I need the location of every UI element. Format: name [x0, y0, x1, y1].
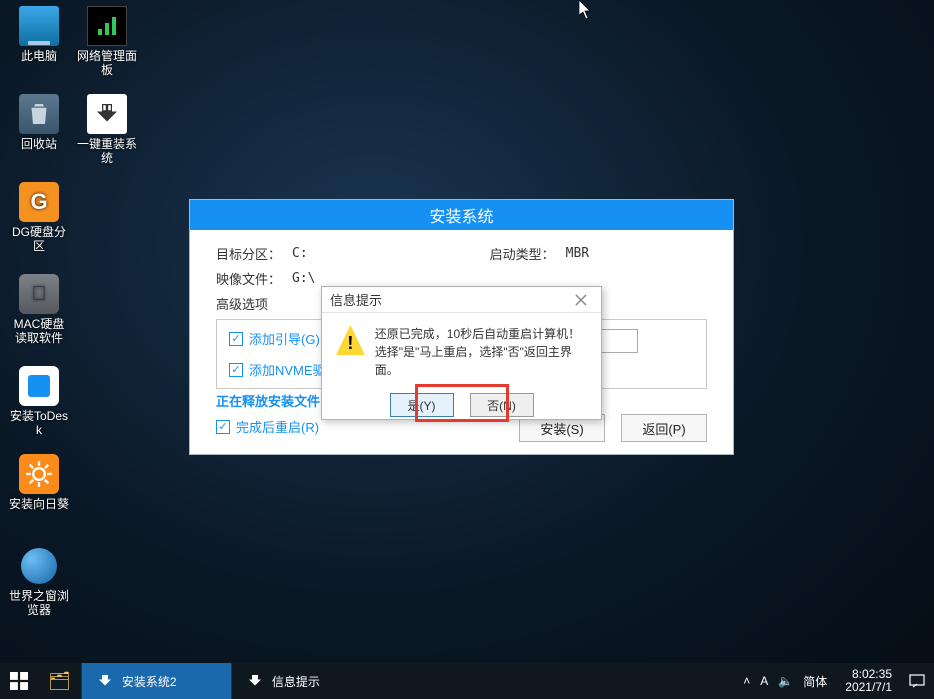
dialog-close-button[interactable]	[569, 290, 593, 310]
dialog-yes-button[interactable]: 是(Y)	[390, 393, 454, 417]
trash-icon	[19, 94, 59, 134]
clock-date: 2021/7/1	[845, 681, 892, 694]
taskbar-task-info-dialog[interactable]: 信息提示	[231, 663, 381, 699]
target-partition-value: C:	[292, 246, 308, 261]
sunflower-icon	[19, 454, 59, 494]
task-label: 安装系统2	[122, 673, 177, 690]
windows-icon	[10, 672, 28, 690]
folder-icon: 🗂	[48, 671, 71, 692]
icon-label: 此电脑	[8, 50, 70, 64]
icon-label: DG硬盘分区	[8, 226, 70, 254]
icon-label: 安装ToDesk	[8, 410, 70, 438]
desktop-icon-todesk[interactable]: 安装ToDesk	[8, 366, 70, 438]
checkbox-label: 添加引导(G):	[249, 329, 323, 348]
taskbar-task-installer[interactable]: 安装系统2	[81, 663, 231, 699]
desktop-icon-net-panel[interactable]: 网络管理面板	[76, 6, 138, 78]
taskbar: 🗂 安装系统2 信息提示 ˄ A 🔈 简体 8:02:35 2021/7/1	[0, 663, 934, 699]
system-tray[interactable]: ˄ A 🔈 简体	[733, 663, 837, 699]
desktop-icon-theworld-browser[interactable]: 世界之窗浏览器	[8, 546, 70, 618]
warning-icon: !	[336, 325, 365, 355]
icon-label: 安装向日葵	[8, 498, 70, 512]
checkbox-reboot-after[interactable]: ✓ 完成后重启(R)	[216, 417, 319, 436]
desktop-icon-recycle-bin[interactable]: 回收站	[8, 94, 70, 152]
desktop-icon-sunlogin[interactable]: 安装向日葵	[8, 454, 70, 512]
tray-overflow-icon[interactable]: ˄	[743, 674, 750, 688]
icon-label: MAC硬盘读取软件	[8, 318, 70, 346]
boot-type-label: 启动类型：	[490, 244, 560, 263]
image-file-label: 映像文件：	[216, 269, 286, 288]
image-file-value: G:\	[292, 271, 315, 286]
close-icon	[575, 294, 587, 306]
notifications-button[interactable]	[900, 663, 934, 699]
checkbox-label: 添加NVME驱	[249, 360, 326, 379]
start-button[interactable]	[0, 663, 38, 699]
desktop-icon-diskgenius[interactable]: G DG硬盘分区	[8, 182, 70, 254]
dialog-line2: 选择"是"马上重启，选择"否"返回主界面。	[375, 343, 587, 379]
reinstall-icon	[87, 94, 127, 134]
info-dialog: 信息提示 ! 还原已完成，10秒后自动重启计算机！ 选择"是"马上重启，选择"否…	[321, 286, 602, 420]
notification-icon	[909, 673, 925, 689]
icon-label: 世界之窗浏览器	[8, 590, 70, 618]
boot-type-value: MBR	[566, 246, 589, 261]
taskbar-explorer[interactable]: 🗂	[38, 663, 81, 699]
dg-icon: G	[19, 182, 59, 222]
target-partition-label: 目标分区：	[216, 244, 286, 263]
monitor-icon	[19, 6, 59, 46]
check-icon: ✓	[229, 332, 243, 346]
dialog-no-button[interactable]: 否(N)	[470, 393, 534, 417]
desktop-icon-one-click-reinstall[interactable]: 一键重装系统	[76, 94, 138, 166]
ime-text[interactable]: 简体	[803, 673, 827, 690]
dialog-line1: 还原已完成，10秒后自动重启计算机！	[375, 325, 587, 343]
icon-label: 网络管理面板	[76, 50, 138, 78]
icon-label: 一键重装系统	[76, 138, 138, 166]
globe-icon	[19, 546, 59, 586]
mouse-cursor	[579, 0, 593, 20]
installer-title: 安装系统	[190, 200, 733, 230]
back-button[interactable]: 返回(P)	[621, 414, 707, 442]
check-icon: ✓	[229, 363, 243, 377]
task-label: 信息提示	[272, 673, 320, 690]
installer-task-icon	[96, 672, 114, 690]
ime-indicator-icon[interactable]: A	[760, 674, 768, 688]
desktop-icon-mac-disk[interactable]:  MAC硬盘读取软件	[8, 274, 70, 346]
panel-icon	[87, 6, 127, 46]
icon-label: 回收站	[8, 138, 70, 152]
checkbox-label: 完成后重启(R)	[236, 417, 319, 436]
todesk-icon	[19, 366, 59, 406]
check-icon: ✓	[216, 420, 230, 434]
mac-disk-icon: 	[19, 274, 59, 314]
info-task-icon	[246, 672, 264, 690]
volume-icon[interactable]: 🔈	[778, 674, 793, 688]
desktop-icon-this-pc[interactable]: 此电脑	[8, 6, 70, 64]
taskbar-clock[interactable]: 8:02:35 2021/7/1	[837, 663, 900, 699]
dialog-message: 还原已完成，10秒后自动重启计算机！ 选择"是"马上重启，选择"否"返回主界面。	[375, 325, 587, 379]
install-status-text: 正在释放安装文件	[216, 391, 320, 410]
dialog-title: 信息提示	[330, 290, 382, 309]
